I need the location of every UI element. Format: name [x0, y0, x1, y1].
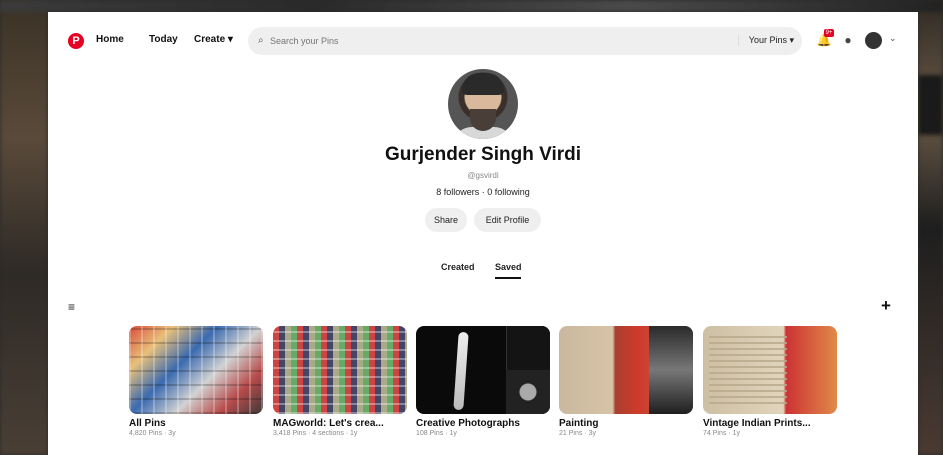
board-title: Vintage Indian Prints... [703, 418, 811, 429]
board-title: All Pins [129, 418, 166, 429]
nav-home[interactable]: Home [96, 34, 124, 45]
search-bar[interactable]: ⌕ Your Pins ▾ [248, 27, 802, 55]
background-tile-left [0, 0, 48, 455]
search-icon: ⌕ [258, 35, 264, 46]
board-title: MAGworld: Let's crea... [273, 418, 384, 429]
notifications-badge: 9+ [824, 29, 834, 37]
sort-filter-icon[interactable]: ≡ [68, 300, 75, 314]
board-card[interactable]: Painting 21 Pins · 3y [559, 326, 693, 437]
board-cover-image [129, 326, 263, 414]
board-title: Painting [559, 418, 599, 429]
follow-stats[interactable]: 8 followers · 0 following [48, 187, 918, 197]
board-meta: 21 Pins · 3y [559, 430, 596, 437]
search-scope-dropdown[interactable]: Your Pins ▾ [737, 35, 794, 46]
board-meta: 3,418 Pins · 4 sections · 1y [273, 430, 358, 437]
background-tile-right-dark [918, 75, 943, 135]
profile-name: Gurjender Singh Virdi [384, 144, 581, 165]
nav-today[interactable]: Today [149, 34, 178, 45]
board-card[interactable]: All Pins 4,820 Pins · 3y [129, 326, 263, 437]
tab-created[interactable]: Created [441, 262, 475, 272]
active-tab-indicator [495, 277, 521, 279]
board-cover-image [416, 326, 550, 414]
board-card[interactable]: Creative Photographs 108 Pins · 1y [416, 326, 550, 437]
profile-avatar [448, 69, 518, 139]
background-strip-top [0, 0, 943, 12]
tab-saved[interactable]: Saved [495, 262, 522, 272]
top-nav: P Home Today Create ▾ ⌕ Your Pins ▾ 🔔 9+… [48, 26, 918, 56]
board-title: Creative Photographs [416, 418, 520, 429]
background-tile-right [918, 0, 943, 455]
board-card[interactable]: Vintage Indian Prints... 74 Pins · 1y [703, 326, 837, 437]
board-cover-image [273, 326, 407, 414]
add-plus-icon[interactable]: + [881, 296, 891, 316]
board-cover-image [703, 326, 837, 414]
board-cover-image [559, 326, 693, 414]
messages-icon[interactable]: ● [840, 32, 856, 48]
header-avatar[interactable] [865, 32, 882, 49]
search-input[interactable] [270, 33, 720, 49]
board-card[interactable]: MAGworld: Let's crea... 3,418 Pins · 4 s… [273, 326, 407, 437]
board-meta: 108 Pins · 1y [416, 430, 457, 437]
board-meta: 4,820 Pins · 3y [129, 430, 176, 437]
nav-create[interactable]: Create ▾ [194, 34, 233, 45]
share-button[interactable]: Share [425, 208, 467, 232]
pinterest-logo-icon[interactable]: P [68, 33, 84, 49]
edit-profile-button[interactable]: Edit Profile [474, 208, 541, 232]
account-chevron-down-icon[interactable]: ⌄ [889, 33, 897, 44]
board-meta: 74 Pins · 1y [703, 430, 740, 437]
profile-panel: P Home Today Create ▾ ⌕ Your Pins ▾ 🔔 9+… [48, 12, 918, 455]
profile-username: @gsvirdi [467, 171, 499, 180]
